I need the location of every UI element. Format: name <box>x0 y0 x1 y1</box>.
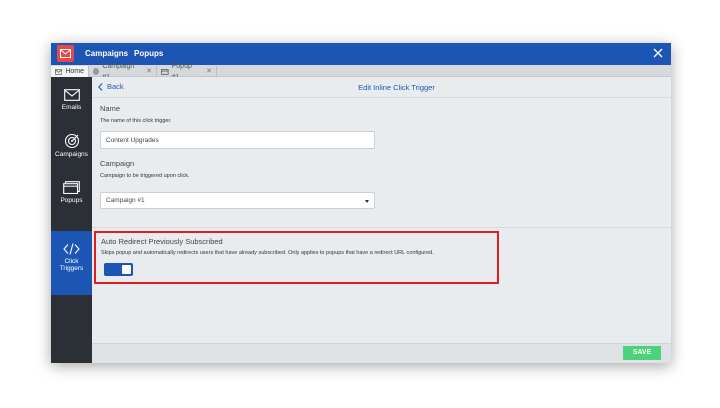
popup-tab-icon <box>161 68 169 75</box>
tab-close-icon[interactable]: ✕ <box>146 66 152 77</box>
tab-home-label: Home <box>65 68 84 75</box>
content-header: Back Edit Inline Click Trigger <box>92 77 671 98</box>
redirect-toggle[interactable] <box>104 263 133 276</box>
save-button[interactable]: SAVE <box>623 346 661 360</box>
redirect-label: Auto Redirect Previously Subscribed <box>101 237 223 246</box>
tab-close-icon[interactable]: ✕ <box>206 66 212 77</box>
divider <box>92 227 671 228</box>
envelope-icon <box>55 68 63 75</box>
app-window: Campaigns Popups Home Campaign #1 ✕ Popu… <box>51 43 671 363</box>
mail-logo-icon[interactable] <box>57 45 74 62</box>
main-content: Back Edit Inline Click Trigger Name The … <box>92 77 671 363</box>
tab-home[interactable]: Home <box>51 66 89 77</box>
sidebar-item-label-line2: Triggers <box>59 265 84 272</box>
top-bar: Campaigns Popups <box>51 43 671 65</box>
campaign-select-value: Campaign #1 <box>106 197 145 204</box>
name-label: Name <box>100 104 121 113</box>
page-title: Edit Inline Click Trigger <box>358 83 435 92</box>
popup-window-icon <box>63 181 80 194</box>
footer-bar <box>92 343 671 363</box>
campaign-hint: Campaign to be triggered upon click. <box>100 173 190 179</box>
name-input[interactable]: Content Upgrades <box>100 131 375 149</box>
campaign-tab-icon <box>93 68 100 75</box>
sidebar-item-popups[interactable]: Popups <box>51 181 92 221</box>
sidebar-item-campaigns[interactable]: Campaigns <box>51 133 92 173</box>
target-icon <box>64 133 79 149</box>
code-icon <box>63 243 80 255</box>
campaign-select[interactable]: Campaign #1 <box>100 192 375 209</box>
tab-bar: Home Campaign #1 ✕ Popup #1 ✕ <box>51 63 671 81</box>
toggle-knob <box>122 265 131 274</box>
sidebar-item-emails[interactable]: Emails <box>51 89 92 125</box>
sidebar: Emails Campaigns Popups Click Triggers <box>51 77 92 363</box>
sidebar-item-click-triggers[interactable]: Click Triggers <box>51 231 92 295</box>
campaign-label: Campaign <box>100 159 135 168</box>
sidebar-item-label: Campaigns <box>55 151 88 158</box>
close-icon[interactable] <box>651 46 665 60</box>
envelope-icon <box>63 89 80 101</box>
caret-down-icon <box>365 200 369 203</box>
sidebar-item-label-line1: Click <box>64 258 79 265</box>
redirect-hint: Skips popup and automatically redirects … <box>101 250 434 256</box>
sidebar-item-label: Popups <box>60 197 83 204</box>
sidebar-item-label: Emails <box>61 104 82 111</box>
tab-campaign-1[interactable]: Campaign #1 ✕ <box>89 63 157 81</box>
tab-popup-1[interactable]: Popup #1 ✕ <box>157 63 217 81</box>
name-hint: The name of this click trigger. <box>100 118 172 124</box>
